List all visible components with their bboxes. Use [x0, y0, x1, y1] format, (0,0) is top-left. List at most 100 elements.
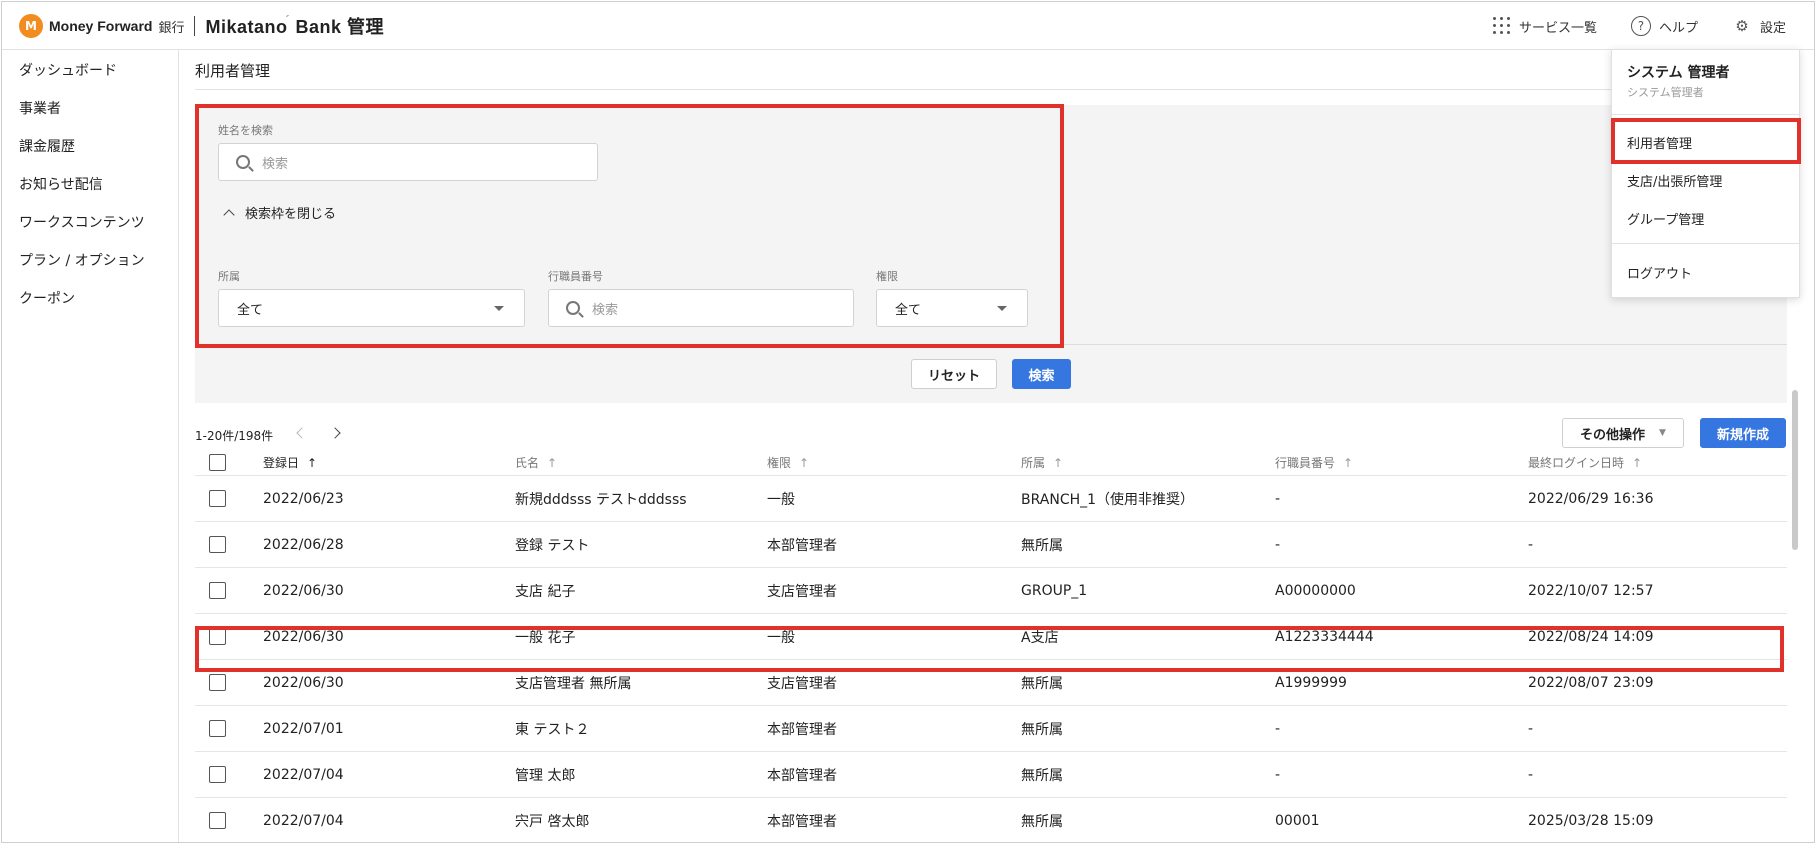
- header-label: 最終ログイン日時: [1528, 456, 1625, 470]
- row-checkbox[interactable]: [209, 812, 226, 829]
- search-icon: [236, 155, 250, 169]
- users-table: 登録日 ↑ 氏名 ↑ 権限 ↑ 所属 ↑ 行職員番号 ↑ 最終ログイン日時 ↑ 2022/0…: [195, 450, 1787, 842]
- table-row[interactable]: 2022/07/04 管理 太郎 本部管理者 無所属 - -: [195, 752, 1787, 798]
- caret-down-icon: ▼: [1659, 428, 1666, 438]
- name-search-input[interactable]: 検索: [218, 143, 598, 181]
- cell-role: 本部管理者: [767, 721, 837, 738]
- sidebar-item-plans[interactable]: プラン / オプション: [2, 241, 178, 279]
- settings-button[interactable]: ⚙ 設定: [1732, 16, 1786, 36]
- collapse-search-toggle[interactable]: 検索枠を閉じる: [223, 203, 336, 222]
- staff-no-input[interactable]: 検索: [548, 289, 854, 327]
- role-value: 全て: [895, 302, 922, 318]
- cell-last-login: 2022/08/07 23:09: [1528, 674, 1654, 691]
- app-window: M Money Forward 銀行 Mikatano´ Bank 管理 サービ…: [1, 1, 1815, 843]
- help-button[interactable]: ? ヘルプ: [1630, 16, 1698, 36]
- sidebar-item-coupons[interactable]: クーポン: [2, 279, 178, 317]
- cell-last-login: 2022/06/29 16:36: [1528, 490, 1654, 507]
- table-row[interactable]: 2022/07/01 東 テスト２ 本部管理者 無所属 - -: [195, 706, 1787, 752]
- cell-date: 2022/06/30: [263, 628, 344, 645]
- help-label: ヘルプ: [1658, 20, 1698, 36]
- menu-item-branch-management[interactable]: 支店/出張所管理: [1627, 171, 1722, 190]
- header-label: 登録日: [263, 456, 300, 470]
- brand-name: Money Forward: [49, 18, 153, 34]
- money-forward-logo-icon: M: [19, 14, 43, 38]
- product-name: Mikatano´ Bank 管理: [205, 13, 385, 37]
- column-header-staff-no[interactable]: 行職員番号 ↑: [1275, 450, 1353, 475]
- cell-role: 本部管理者: [767, 767, 837, 784]
- cell-role: 一般: [767, 629, 795, 646]
- table-row[interactable]: 2022/06/28 登録 テスト 本部管理者 無所属 - -: [195, 522, 1787, 568]
- reset-button[interactable]: リセット: [911, 359, 997, 389]
- user-gear-icon: ⚙: [1735, 17, 1749, 35]
- main-content: 利用者管理 姓名を検索 検索 検索枠を閉じる 所属 全て 行職員番号 検索 権限…: [180, 50, 1814, 842]
- column-header-affiliation[interactable]: 所属 ↑: [1021, 450, 1063, 475]
- column-header-last-login[interactable]: 最終ログイン日時 ↑: [1528, 450, 1642, 475]
- header-label: 権限: [767, 456, 792, 470]
- sidebar-item-billing-history[interactable]: 課金履歴: [2, 127, 178, 165]
- caret-down-icon: [997, 306, 1007, 311]
- sidebar-item-dashboard[interactable]: ダッシュボード: [2, 51, 178, 89]
- table-row[interactable]: 2022/06/23 新規dddsss テストdddsss 一般 BRANCH_…: [195, 476, 1787, 522]
- scrollbar[interactable]: [1792, 390, 1798, 550]
- cell-name: 東 テスト２: [515, 721, 590, 738]
- cell-name: 登録 テスト: [515, 537, 590, 554]
- role-select[interactable]: 全て: [876, 289, 1028, 327]
- cell-affiliation: 無所属: [1021, 675, 1063, 692]
- cell-date: 2022/07/01: [263, 720, 344, 737]
- table-row[interactable]: 2022/06/30 支店管理者 無所属 支店管理者 無所属 A1999999 …: [195, 660, 1787, 706]
- menu-item-user-management[interactable]: 利用者管理: [1627, 133, 1692, 152]
- table-row[interactable]: 2022/07/04 宍戸 啓太郎 本部管理者 無所属 00001 2025/0…: [195, 798, 1787, 842]
- row-checkbox[interactable]: [209, 720, 226, 737]
- chevron-right-icon[interactable]: [329, 427, 341, 439]
- settings-label: 設定: [1759, 20, 1786, 36]
- select-all-checkbox[interactable]: [209, 450, 226, 475]
- menu-item-group-management[interactable]: グループ管理: [1627, 209, 1704, 228]
- menu-divider: [1612, 114, 1799, 115]
- brand-bank: 銀行: [158, 20, 185, 36]
- table-row[interactable]: 2022/06/30 支店 紀子 支店管理者 GROUP_1 A00000000…: [195, 568, 1787, 614]
- row-checkbox[interactable]: [209, 582, 226, 599]
- cell-last-login: 2022/08/24 14:09: [1528, 628, 1654, 645]
- cell-role: 支店管理者: [767, 675, 837, 692]
- sidebar-item-works-contents[interactable]: ワークスコンテンツ: [2, 203, 178, 241]
- affiliation-select[interactable]: 全て: [218, 289, 525, 327]
- menu-item-logout[interactable]: ログアウト: [1627, 263, 1692, 282]
- sidebar-item-businesses[interactable]: 事業者: [2, 89, 178, 127]
- column-header-role[interactable]: 権限 ↑: [767, 450, 809, 475]
- row-checkbox[interactable]: [209, 674, 226, 691]
- cell-name: 宍戸 啓太郎: [515, 813, 590, 830]
- row-checkbox[interactable]: [209, 628, 226, 645]
- cell-staff-no: -: [1275, 536, 1281, 553]
- row-checkbox[interactable]: [209, 536, 226, 553]
- sidebar-item-notifications[interactable]: お知らせ配信: [2, 165, 178, 203]
- column-header-registered-date[interactable]: 登録日 ↑: [263, 450, 317, 475]
- column-header-name[interactable]: 氏名 ↑: [515, 450, 557, 475]
- cell-affiliation: 無所属: [1021, 721, 1063, 738]
- table-header: 登録日 ↑ 氏名 ↑ 権限 ↑ 所属 ↑ 行職員番号 ↑ 最終ログイン日時 ↑: [195, 450, 1787, 476]
- cell-staff-no: -: [1275, 490, 1281, 507]
- chevron-left-icon[interactable]: [296, 427, 308, 439]
- cell-affiliation: A支店: [1021, 629, 1059, 646]
- cell-date: 2022/06/30: [263, 582, 344, 599]
- table-row[interactable]: 2022/06/30 一般 花子 一般 A支店 A1223334444 2022…: [195, 614, 1787, 660]
- row-checkbox[interactable]: [209, 490, 226, 507]
- checkbox[interactable]: [209, 454, 226, 471]
- title-divider: [195, 89, 1787, 90]
- cell-name: 支店管理者 無所属: [515, 675, 632, 692]
- arrow-up-icon: ↑: [307, 455, 318, 470]
- cell-affiliation: 無所属: [1021, 813, 1063, 830]
- header-label: 氏名: [515, 456, 540, 470]
- other-operations-button[interactable]: その他操作 ▼: [1562, 418, 1684, 448]
- page-title: 利用者管理: [195, 62, 271, 80]
- cell-date: 2022/06/28: [263, 536, 344, 553]
- new-button[interactable]: 新規作成: [1700, 418, 1786, 448]
- cell-name: 一般 花子: [515, 629, 576, 646]
- row-checkbox[interactable]: [209, 766, 226, 783]
- logo[interactable]: M Money Forward 銀行 Mikatano´ Bank 管理: [19, 13, 385, 38]
- header-label: 所属: [1021, 456, 1046, 470]
- name-search-label: 姓名を検索: [218, 124, 273, 137]
- user-role: システム管理者: [1627, 86, 1704, 99]
- cell-date: 2022/06/30: [263, 674, 344, 691]
- search-button[interactable]: 検索: [1012, 359, 1071, 389]
- services-button[interactable]: サービス一覧: [1492, 17, 1597, 36]
